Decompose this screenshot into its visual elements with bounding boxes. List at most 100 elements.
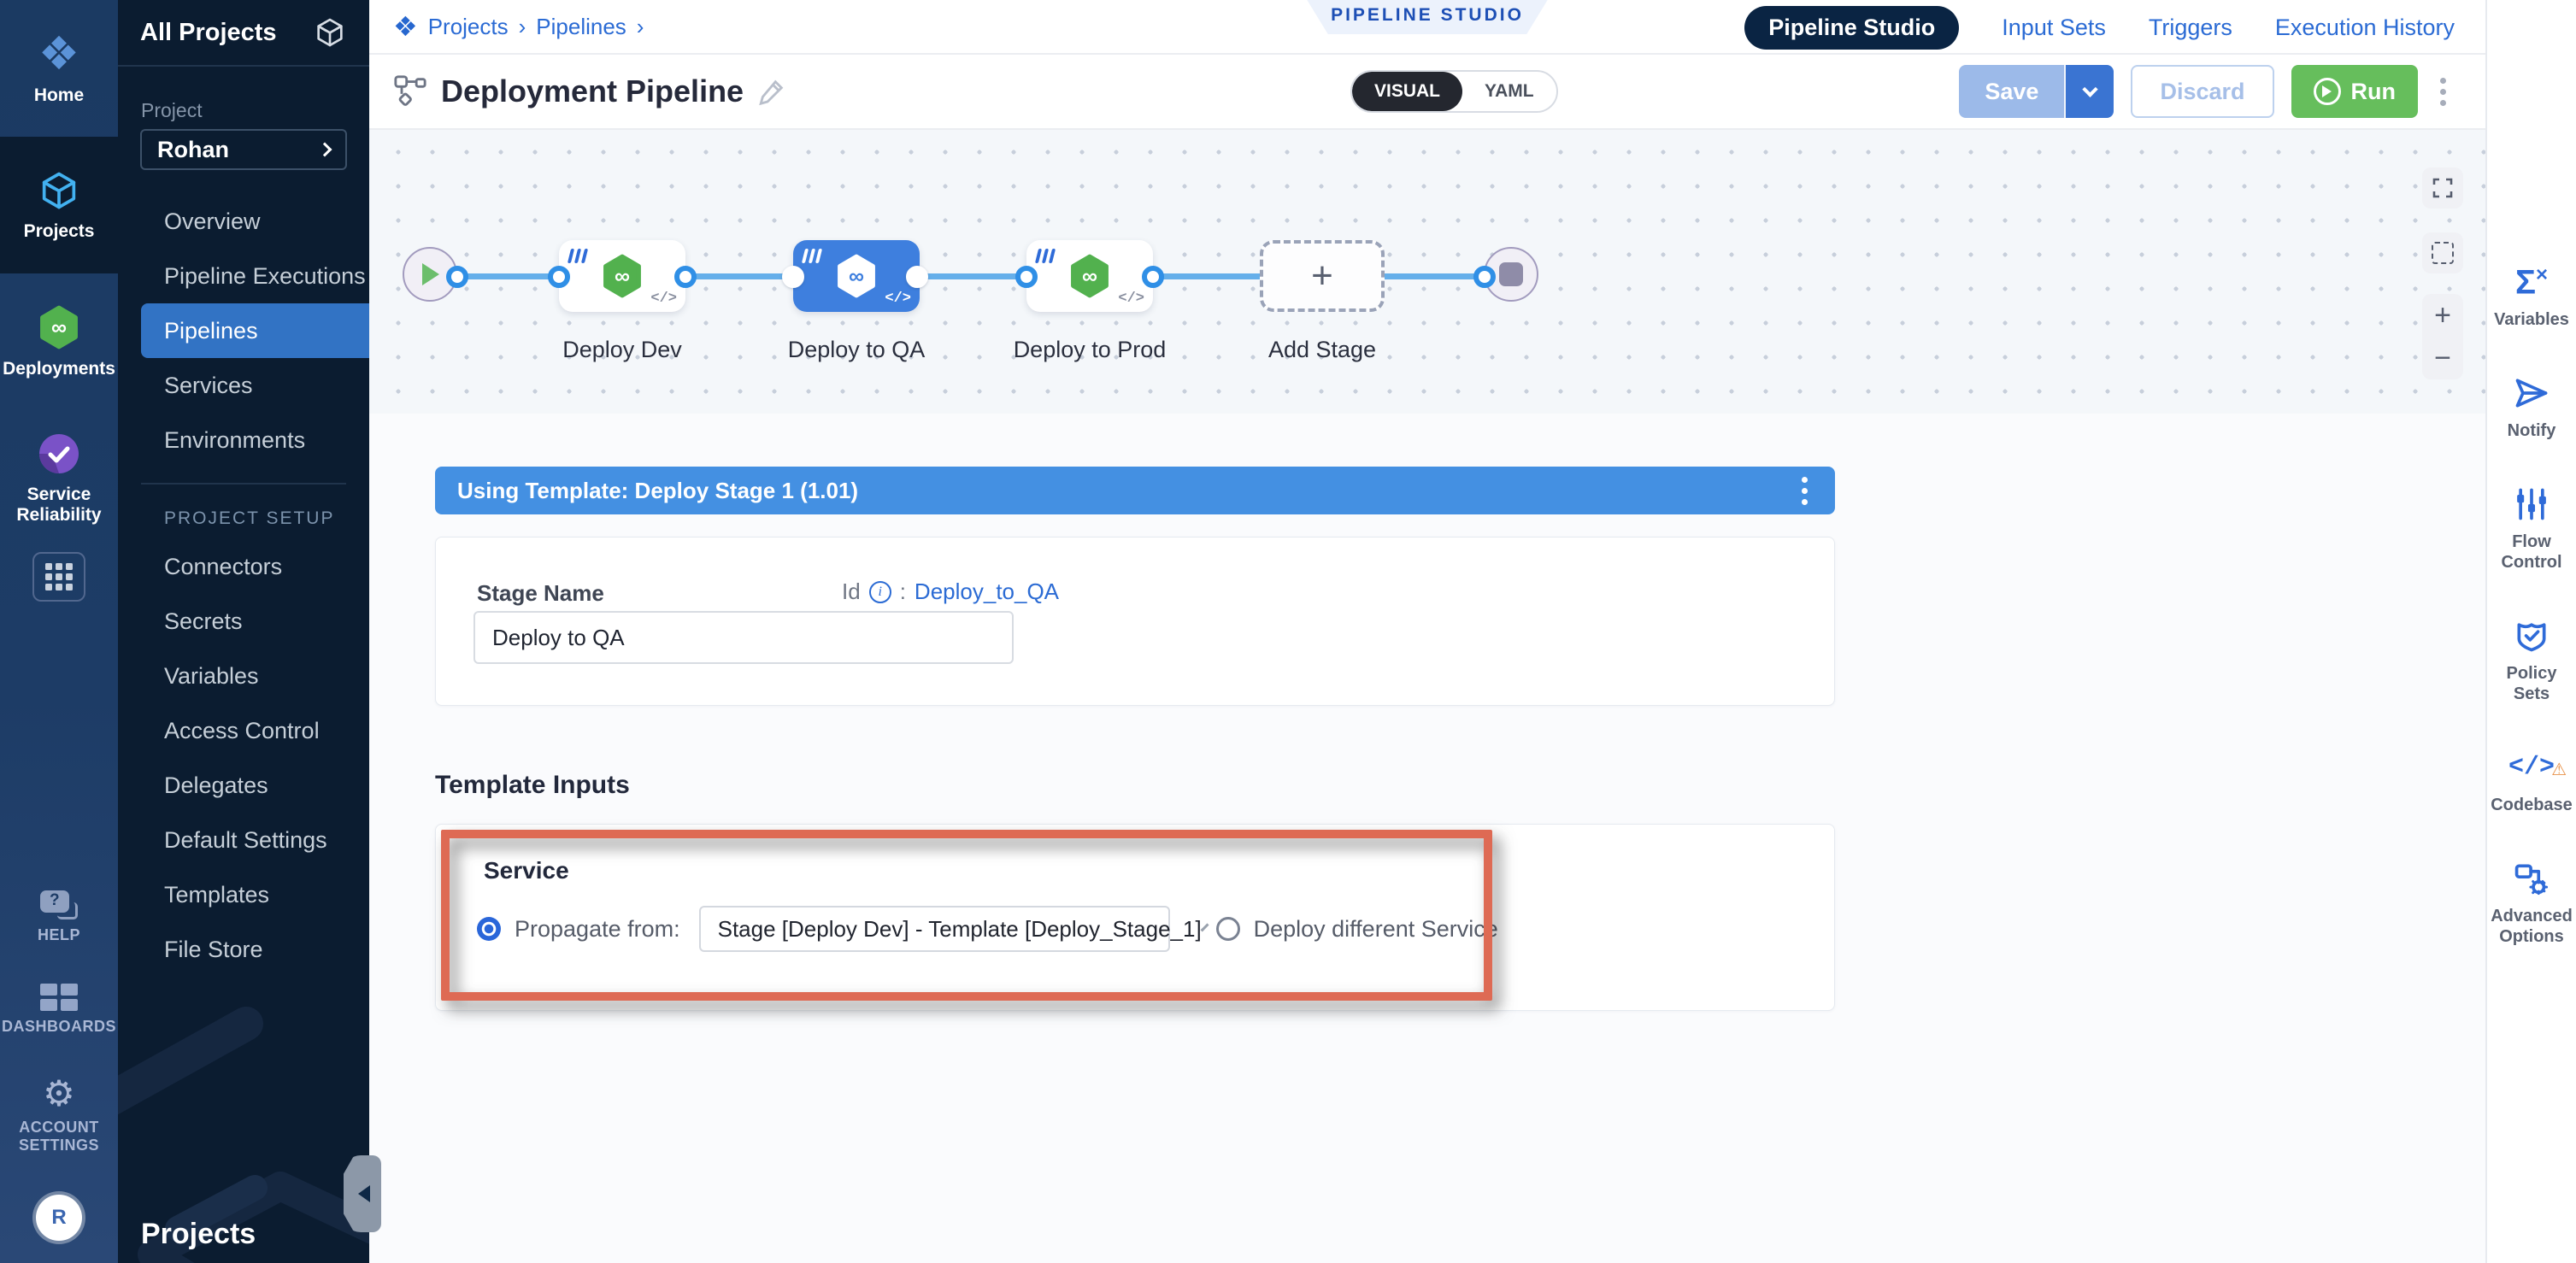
toolbar-item-flow-control[interactable]: Flow Control bbox=[2489, 485, 2574, 573]
rail-item-deployments[interactable]: ∞ Deployments bbox=[0, 273, 118, 410]
stage-id-group: Id i : Deploy_to_QA bbox=[842, 579, 1059, 605]
sidebar-item-delegates[interactable]: Delegates bbox=[118, 758, 369, 813]
toolbar-item-codebase[interactable]: </>⚠ Codebase bbox=[2489, 749, 2574, 815]
variables-sigma-icon: Σ× bbox=[2515, 256, 2548, 301]
project-setup-list: Connectors Secrets Variables Access Cont… bbox=[118, 539, 369, 977]
id-colon: : bbox=[900, 579, 906, 605]
sidebar-item-file-store[interactable]: File Store bbox=[118, 922, 369, 977]
save-button[interactable]: Save bbox=[1959, 65, 2066, 118]
save-menu-button[interactable] bbox=[2066, 65, 2114, 118]
canvas-fullscreen-button[interactable] bbox=[2422, 167, 2463, 209]
user-avatar[interactable]: R bbox=[36, 1195, 82, 1241]
stage-node-deploy-to-prod[interactable]: ∞ </> bbox=[1026, 240, 1153, 312]
zoom-in-button[interactable]: + bbox=[2434, 301, 2451, 330]
module-picker-button[interactable] bbox=[32, 552, 85, 602]
cd-stage-icon: ∞ bbox=[599, 253, 645, 299]
rail-bottom: ? HELP DASHBOARDS ⚙ ACCOUNT SETTINGS R bbox=[0, 890, 118, 1263]
stage-name-input[interactable] bbox=[473, 611, 1014, 664]
stage-node-deploy-to-qa[interactable]: ∞ </> bbox=[793, 240, 920, 312]
flow-control-sliders-icon bbox=[2513, 485, 2550, 523]
stage-label: Deploy Dev bbox=[494, 337, 750, 363]
svg-text:∞: ∞ bbox=[849, 264, 864, 288]
project-selector[interactable]: Rohan bbox=[140, 129, 347, 170]
sidebar-item-default-settings[interactable]: Default Settings bbox=[118, 813, 369, 867]
sidebar-item-services[interactable]: Services bbox=[118, 358, 369, 413]
breadcrumb-pipelines[interactable]: Pipelines bbox=[536, 14, 626, 40]
stage-id-value[interactable]: Deploy_to_QA bbox=[915, 579, 1059, 605]
toggle-yaml[interactable]: YAML bbox=[1462, 72, 1556, 111]
propagate-service-dropdown[interactable]: Stage [Deploy Dev] - Template [Deploy_St… bbox=[699, 906, 1170, 952]
policy-sets-shield-icon bbox=[2513, 617, 2550, 655]
project-selector-value: Rohan bbox=[157, 137, 229, 163]
sidebar-item-secrets[interactable]: Secrets bbox=[118, 594, 369, 649]
tab-triggers[interactable]: Triggers bbox=[2149, 15, 2232, 41]
rail-item-help[interactable]: ? HELP bbox=[38, 890, 80, 945]
page-title: Deployment Pipeline bbox=[441, 73, 744, 109]
stop-icon bbox=[1499, 262, 1523, 286]
all-projects-header: All Projects bbox=[118, 0, 369, 67]
rail-item-label: Home bbox=[34, 85, 84, 106]
sidebar-footer-title: Projects bbox=[141, 1218, 256, 1251]
add-stage-button[interactable]: + bbox=[1260, 240, 1385, 312]
connector-dot bbox=[548, 266, 570, 288]
rail-item-projects[interactable]: Projects bbox=[0, 137, 118, 273]
canvas-select-button[interactable] bbox=[2422, 232, 2463, 273]
project-box-icon[interactable] bbox=[313, 15, 347, 50]
rail-item-account-settings[interactable]: ⚙ ACCOUNT SETTINGS bbox=[12, 1076, 106, 1155]
pipeline-options-menu[interactable] bbox=[2435, 73, 2451, 111]
tab-input-sets[interactable]: Input Sets bbox=[2002, 15, 2106, 41]
toolbar-item-variables[interactable]: Σ× Variables bbox=[2489, 256, 2574, 330]
svg-text:∞: ∞ bbox=[1082, 264, 1097, 288]
sidebar-collapse-button[interactable] bbox=[344, 1155, 381, 1232]
title-bar: Deployment Pipeline VISUAL YAML Save Dis… bbox=[369, 55, 2485, 130]
codebase-code-icon: </>⚠ bbox=[2508, 749, 2555, 786]
edit-pencil-icon[interactable] bbox=[757, 77, 786, 106]
sidebar-item-access-control[interactable]: Access Control bbox=[118, 703, 369, 758]
toolbar-item-notify[interactable]: Notify bbox=[2489, 374, 2574, 441]
sidebar-item-overview[interactable]: Overview bbox=[118, 194, 369, 249]
project-setup-label: PROJECT SETUP bbox=[118, 508, 369, 529]
sidebar-item-variables[interactable]: Variables bbox=[118, 649, 369, 703]
template-icon bbox=[378, 9, 398, 23]
sidebar-item-pipelines[interactable]: Pipelines bbox=[141, 303, 369, 358]
toolbar-item-policy-sets[interactable]: Policy Sets bbox=[2489, 617, 2574, 704]
chevron-right-icon bbox=[318, 143, 332, 157]
id-label: Id bbox=[842, 579, 861, 605]
pipeline-canvas[interactable]: ∞ </> ∞ </> ∞ </> + bbox=[369, 130, 2485, 414]
toggle-visual[interactable]: VISUAL bbox=[1352, 72, 1462, 111]
top-tabs: Pipeline Studio Input Sets Triggers Exec… bbox=[1744, 0, 2455, 55]
sidebar-item-connectors[interactable]: Connectors bbox=[118, 539, 369, 594]
rail-item-dashboards[interactable]: DASHBOARDS bbox=[2, 984, 116, 1037]
rail-item-service-reliability[interactable]: Service Reliability bbox=[0, 410, 118, 547]
main-area: ❖ Projects › Pipelines › PIPELINE STUDIO… bbox=[369, 0, 2485, 1263]
divider bbox=[141, 483, 346, 485]
zoom-out-button[interactable]: − bbox=[2434, 344, 2451, 373]
code-icon: </> bbox=[885, 291, 911, 307]
propagate-from-radio[interactable] bbox=[477, 917, 501, 941]
tab-pipeline-studio[interactable]: Pipeline Studio bbox=[1744, 6, 1959, 50]
info-icon[interactable]: i bbox=[869, 581, 891, 603]
sidebar-item-templates[interactable]: Templates bbox=[118, 867, 369, 922]
toolbar-item-advanced-options[interactable]: Advanced Options bbox=[2489, 860, 2574, 947]
template-options-menu[interactable] bbox=[1797, 472, 1813, 510]
sidebar-item-environments[interactable]: Environments bbox=[118, 413, 369, 467]
studio-right-toolbar: Σ× Variables Notify Flow Control Policy … bbox=[2485, 0, 2576, 1263]
connector-dot bbox=[1473, 266, 1496, 288]
tab-execution-history[interactable]: Execution History bbox=[2275, 15, 2455, 41]
module-grid-icon bbox=[45, 563, 73, 590]
breadcrumb-separator: › bbox=[519, 14, 526, 40]
title-group: Deployment Pipeline bbox=[369, 73, 786, 109]
deploy-different-service-radio[interactable] bbox=[1216, 917, 1240, 941]
template-icon bbox=[1035, 249, 1056, 263]
rail-item-label: Service Reliability bbox=[0, 485, 118, 526]
template-icon bbox=[802, 249, 822, 263]
sidebar-item-pipeline-executions[interactable]: Pipeline Executions bbox=[118, 249, 369, 303]
visual-yaml-toggle[interactable]: VISUAL YAML bbox=[1350, 70, 1558, 113]
stage-node-deploy-dev[interactable]: ∞ </> bbox=[559, 240, 685, 312]
service-card: Service Propagate from: Stage [Deploy De… bbox=[435, 824, 1835, 1011]
rail-item-home[interactable]: ❖ Home bbox=[0, 0, 118, 137]
top-bar: ❖ Projects › Pipelines › PIPELINE STUDIO… bbox=[369, 0, 2485, 55]
run-button[interactable]: Run bbox=[2291, 65, 2418, 118]
breadcrumb-projects[interactable]: Projects bbox=[428, 14, 509, 40]
discard-button[interactable]: Discard bbox=[2131, 65, 2273, 118]
